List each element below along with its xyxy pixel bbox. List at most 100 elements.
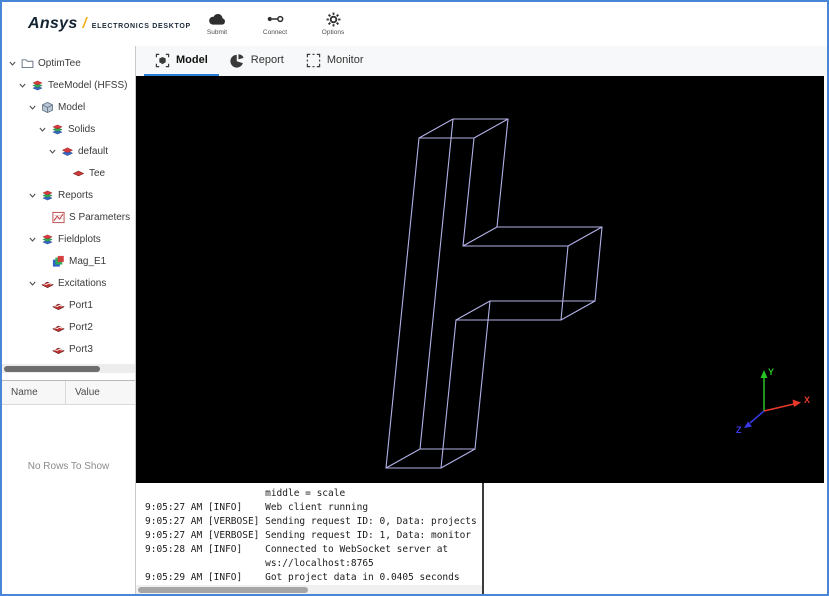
tree-item-label: Port3 <box>69 343 93 355</box>
product-name: ELECTRONICS DESKTOP <box>91 23 191 30</box>
logo-wordmark: Ansys <box>28 15 78 32</box>
tree-item-port2[interactable]: Port2 <box>2 316 135 338</box>
app-window: Ansys / ELECTRONICS DESKTOP Submit Conne… <box>0 0 829 596</box>
chevron-down-icon[interactable] <box>18 81 27 90</box>
submit-button[interactable]: Submit <box>194 11 240 36</box>
log-line: middle = scale <box>145 488 346 499</box>
tab-label: Model <box>176 54 208 66</box>
header-toolbar: Submit Connect Options <box>194 11 356 36</box>
tree-item-s-parameters[interactable]: S Parameters <box>2 206 135 228</box>
tree-item-label: Port2 <box>69 321 93 333</box>
tree-item-fieldplots[interactable]: Fieldplots <box>2 228 135 250</box>
tree-horizontal-scrollbar[interactable] <box>2 364 135 373</box>
monitor-tab-icon <box>306 53 321 67</box>
tree-item-excitations[interactable]: Excitations <box>2 272 135 294</box>
tree-item-solids[interactable]: Solids <box>2 118 135 140</box>
chevron-down-icon[interactable] <box>48 147 57 156</box>
x-axis-label: X <box>804 395 810 405</box>
chevron-down-icon[interactable] <box>28 191 37 200</box>
report-tab-icon <box>230 53 244 68</box>
connect-icon <box>266 11 285 27</box>
tree-item-default[interactable]: default <box>2 140 135 162</box>
solids-icon <box>51 123 64 136</box>
chevron-down-icon[interactable] <box>8 59 17 68</box>
log-line: 9:05:29 AM [INFO] Got project data in 0.… <box>145 572 460 583</box>
options-button[interactable]: Options <box>310 11 356 36</box>
project-tree: OptimTee TeeModel (HFSS) Model Solids de… <box>2 46 135 362</box>
material-sheets-icon <box>61 145 74 158</box>
tab-label: Monitor <box>326 54 364 66</box>
tree-item-model[interactable]: Model <box>2 96 135 118</box>
y-axis-arrow <box>760 370 768 378</box>
port-icon <box>52 299 65 312</box>
ansys-logo: Ansys / ELECTRONICS DESKTOP <box>28 15 191 33</box>
tree-item-optimtee[interactable]: OptimTee <box>2 52 135 74</box>
console-right-panel <box>484 483 827 594</box>
properties-panel: Name Value No Rows To Show <box>2 380 135 594</box>
tree-item-port3[interactable]: Port3 <box>2 338 135 360</box>
logo-slash: / <box>82 15 87 32</box>
tab-bar: Model Report Monitor <box>136 46 827 76</box>
console-log[interactable]: middle = scale 9:05:27 AM [INFO] Web cli… <box>136 483 482 594</box>
tee-wireframe: Y X Z <box>385 118 810 469</box>
chevron-down-icon[interactable] <box>28 103 37 112</box>
log-line: 9:05:28 AM [INFO] Connected to WebSocket… <box>145 544 449 555</box>
tree-item-teemodel[interactable]: TeeModel (HFSS) <box>2 74 135 96</box>
tree-item-label: TeeModel (HFSS) <box>48 79 128 91</box>
log-line: 9:05:27 AM [VERBOSE] Sending request ID:… <box>145 530 472 541</box>
tab-monitor[interactable]: Monitor <box>295 46 375 76</box>
tree-item-label: Tee <box>89 167 106 179</box>
design-layers-icon <box>31 79 44 92</box>
console-scrollbar-thumb[interactable] <box>138 586 308 593</box>
connect-button[interactable]: Connect <box>252 11 298 36</box>
port-icon <box>52 321 65 334</box>
gear-icon <box>326 11 341 27</box>
properties-header-row: Name Value <box>2 381 135 405</box>
solid-sheet-icon <box>72 167 85 180</box>
column-header-name[interactable]: Name <box>2 381 66 404</box>
folder-icon <box>21 57 34 70</box>
tree-item-label: Model <box>58 101 86 113</box>
tree-item-reports[interactable]: Reports <box>2 184 135 206</box>
tab-model[interactable]: Model <box>144 46 219 76</box>
console-horizontal-scrollbar[interactable] <box>136 585 482 594</box>
tree-item-label: Excitations <box>58 277 107 289</box>
viewport-3d[interactable]: Y X Z <box>136 76 824 483</box>
chevron-down-icon[interactable] <box>38 125 47 134</box>
tab-label: Report <box>250 54 284 66</box>
port-icon <box>52 343 65 356</box>
tee-wireframe-edges <box>385 118 603 469</box>
sidebar: OptimTee TeeModel (HFSS) Model Solids de… <box>2 46 136 594</box>
model-cube-icon <box>41 101 54 114</box>
reports-icon <box>41 189 54 202</box>
header: Ansys / ELECTRONICS DESKTOP Submit Conne… <box>2 2 827 46</box>
log-line: ws://localhost:8765 <box>145 558 374 569</box>
connect-label: Connect <box>262 29 288 36</box>
tree-item-mag-e1[interactable]: Mag_E1 <box>2 250 135 272</box>
log-line: 9:05:27 AM [VERBOSE] Sending request ID:… <box>145 516 477 527</box>
tree-item-tee[interactable]: Tee <box>2 162 135 184</box>
column-header-value[interactable]: Value <box>66 381 135 404</box>
chevron-down-icon[interactable] <box>28 279 37 288</box>
tree-item-label: Mag_E1 <box>69 255 107 267</box>
x-axis-arrow <box>792 399 801 407</box>
chart-icon <box>52 211 65 224</box>
chevron-down-icon[interactable] <box>28 235 37 244</box>
tree-scrollbar-thumb[interactable] <box>4 365 100 372</box>
tree-item-label: default <box>78 145 109 157</box>
fieldplots-icon <box>41 233 54 246</box>
excitations-icon <box>41 277 54 290</box>
tab-report[interactable]: Report <box>219 46 295 76</box>
x-axis <box>763 403 795 412</box>
z-axis-label: Z <box>736 425 742 435</box>
tree-item-port1[interactable]: Port1 <box>2 294 135 316</box>
axes-triad: Y X Z <box>736 367 810 435</box>
tree-item-label: S Parameters <box>69 211 131 223</box>
log-line: 9:05:27 AM [INFO] Web client running <box>145 502 369 513</box>
submit-label: Submit <box>206 29 228 36</box>
properties-empty-text: No Rows To Show <box>27 461 110 472</box>
tree-item-label: Fieldplots <box>58 233 101 245</box>
tree-item-label: Port1 <box>69 299 93 311</box>
options-label: Options <box>321 29 345 36</box>
tree-item-label: Solids <box>68 123 96 135</box>
